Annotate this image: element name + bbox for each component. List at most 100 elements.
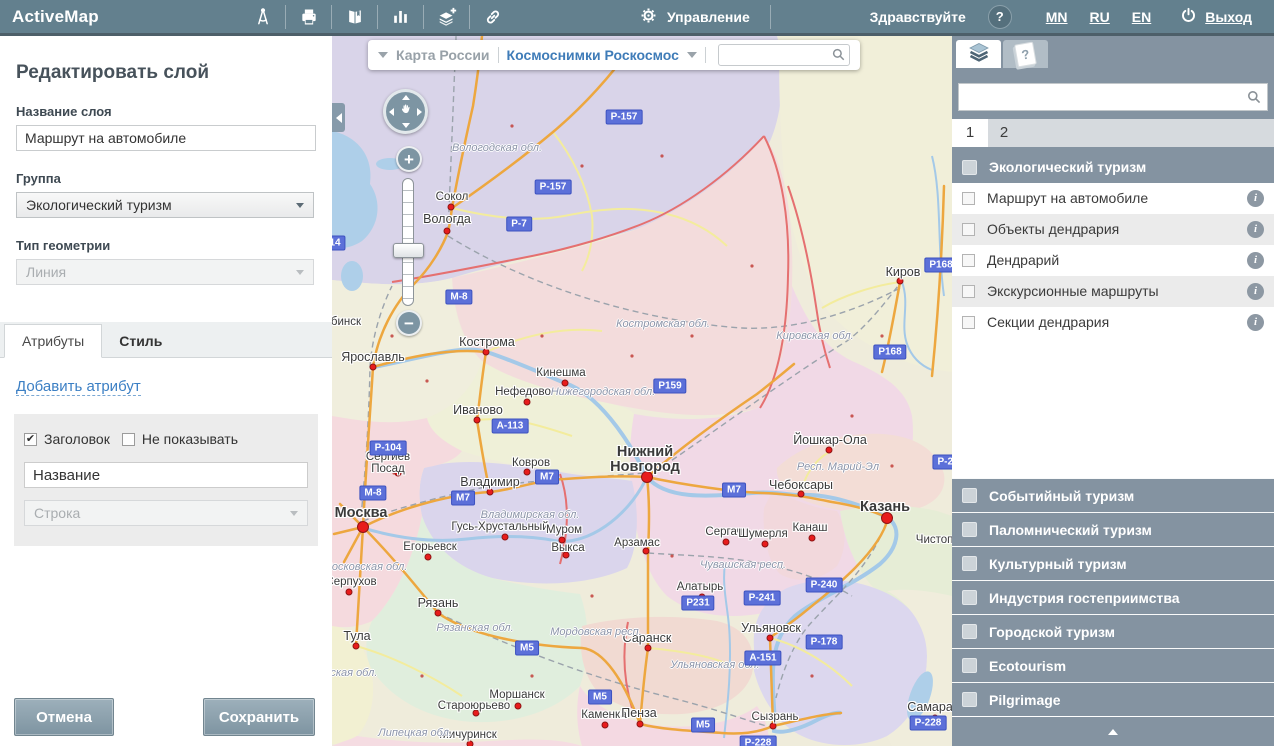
add-attribute-link[interactable]: Добавить атрибут <box>16 378 141 396</box>
group-checkbox[interactable] <box>962 590 977 605</box>
base-layer-chevron-icon[interactable] <box>378 52 388 58</box>
group-checkbox[interactable] <box>962 522 977 537</box>
activemap-app: ActiveMap <box>0 0 1274 746</box>
road-badge: Р-157 <box>535 180 572 195</box>
city-label: Москва <box>335 505 388 521</box>
city-dot <box>467 741 474 746</box>
city-dot <box>515 703 522 710</box>
group-checkbox[interactable] <box>962 658 977 673</box>
map-pan-control[interactable] <box>383 89 428 134</box>
title-checkbox[interactable] <box>24 433 37 446</box>
group-checkbox[interactable] <box>962 692 977 707</box>
tab-attributes[interactable]: Атрибуты <box>4 324 102 358</box>
group-checkbox[interactable] <box>962 624 977 639</box>
tab-style[interactable]: Стиль <box>102 325 179 357</box>
city-label: Ковров <box>512 457 550 469</box>
zoom-slider[interactable] <box>402 178 414 306</box>
page-2[interactable]: 2 <box>988 119 1020 147</box>
zoom-in-button[interactable]: + <box>396 146 422 172</box>
layer-group-bar[interactable]: Ecotourism <box>952 648 1274 682</box>
lang-mn[interactable]: MN <box>1046 9 1068 25</box>
save-button[interactable]: Сохранить <box>203 698 315 736</box>
info-icon[interactable]: i <box>1247 314 1264 331</box>
group-checkbox[interactable] <box>962 488 977 503</box>
pan-left-icon[interactable] <box>389 108 394 116</box>
road-badge: А-151 <box>744 651 781 666</box>
search-icon[interactable] <box>1246 89 1262 110</box>
tab-legend-help[interactable]: ? <box>1003 40 1048 68</box>
panel-collapse-toggle[interactable] <box>332 103 345 132</box>
layer-name-input[interactable] <box>16 125 316 151</box>
info-icon[interactable]: i <box>1247 252 1264 269</box>
attribute-name-input[interactable] <box>24 462 308 488</box>
search-icon[interactable] <box>831 47 846 67</box>
cancel-button[interactable]: Отмена <box>14 698 114 736</box>
group-checkbox[interactable] <box>962 556 977 571</box>
hide-checkbox[interactable] <box>122 433 135 446</box>
zoom-out-button[interactable]: − <box>396 310 422 336</box>
city-dot <box>444 228 451 235</box>
statistics-icon[interactable] <box>378 0 423 33</box>
zoom-slider-handle[interactable] <box>393 243 424 258</box>
base-layer-selector[interactable]: Карта России <box>396 47 490 63</box>
layer-group-bar[interactable]: Pilgrimage <box>952 682 1274 716</box>
lang-en[interactable]: EN <box>1132 9 1151 25</box>
city-dot <box>448 204 455 211</box>
print-icon[interactable] <box>286 0 331 33</box>
layer-group-bar[interactable]: Культурный туризм <box>952 546 1274 580</box>
map-labels: МоскваНижний НовгородКазаньВологдаСоколК… <box>332 36 952 746</box>
map-canvas[interactable]: МоскваНижний НовгородКазаньВологдаСоколК… <box>332 36 952 746</box>
map-search-input[interactable] <box>719 45 849 65</box>
help-button[interactable]: ? <box>988 5 1012 29</box>
city-label: Алатырь <box>677 581 723 593</box>
pan-right-icon[interactable] <box>417 108 422 116</box>
gear-icon <box>639 6 658 28</box>
geometry-type-label: Тип геометрии <box>16 238 316 253</box>
info-icon[interactable]: i <box>1247 221 1264 238</box>
group-label: Группа <box>16 171 316 186</box>
active-layer-chevron-icon[interactable] <box>687 52 697 58</box>
layer-group-header[interactable]: Экологический туризм <box>952 152 1274 183</box>
layer-checkbox[interactable] <box>962 285 975 298</box>
panel-collapse-footer[interactable] <box>952 716 1274 746</box>
layer-group-bar[interactable]: Индустрия гостеприимства <box>952 580 1274 614</box>
group-name: Экологический туризм <box>989 159 1146 175</box>
group-select[interactable]: Экологический туризм <box>16 192 314 218</box>
layer-group-bar[interactable]: Паломнический туризм <box>952 512 1274 546</box>
pan-down-icon[interactable] <box>402 123 410 128</box>
legend-book-icon[interactable] <box>332 0 377 33</box>
layer-row: Объекты дендрарияi <box>952 214 1274 245</box>
layer-checkbox[interactable] <box>962 223 975 236</box>
layer-checkbox[interactable] <box>962 316 975 329</box>
layer-group-bar[interactable]: Городской туризм <box>952 614 1274 648</box>
logout-button[interactable]: Выход <box>1173 5 1258 29</box>
add-layer-icon[interactable] <box>424 0 469 33</box>
pan-up-icon[interactable] <box>402 95 410 100</box>
layers-search-input[interactable] <box>959 84 1267 110</box>
tab-layers[interactable] <box>956 40 1001 68</box>
layer-group-bar[interactable]: Событийный туризм <box>952 478 1274 512</box>
layer-checkbox[interactable] <box>962 192 975 205</box>
group-checkbox[interactable] <box>962 160 977 175</box>
measure-icon[interactable] <box>240 0 285 33</box>
road-badge: М7 <box>451 491 475 506</box>
management-menu[interactable]: Управление <box>633 5 756 29</box>
power-icon <box>1179 6 1198 28</box>
layers-panel: ? 12 Экологический туризм Маршрут на авт… <box>952 36 1274 746</box>
city-label: Киров <box>886 265 921 279</box>
page-1[interactable]: 1 <box>952 119 988 147</box>
info-icon[interactable]: i <box>1247 283 1264 300</box>
attribute-card: Заголовок Не показывать Строка <box>14 414 318 546</box>
city-label: Муром <box>546 524 582 536</box>
region-label: Чувашская респ. <box>700 559 786 571</box>
layer-checkbox[interactable] <box>962 254 975 267</box>
lang-ru[interactable]: RU <box>1090 9 1110 25</box>
layer-name: Дендрарий <box>987 252 1247 268</box>
road-badge: Р-241 <box>744 591 781 606</box>
active-layer-selector[interactable]: Космоснимки Роскосмос <box>507 47 679 63</box>
road-badge: Р-240 <box>806 578 843 593</box>
share-link-icon[interactable] <box>470 0 515 33</box>
logout-label: Выход <box>1205 9 1252 25</box>
info-icon[interactable]: i <box>1247 190 1264 207</box>
city-label: Гусь-Хрустальный <box>451 521 548 533</box>
